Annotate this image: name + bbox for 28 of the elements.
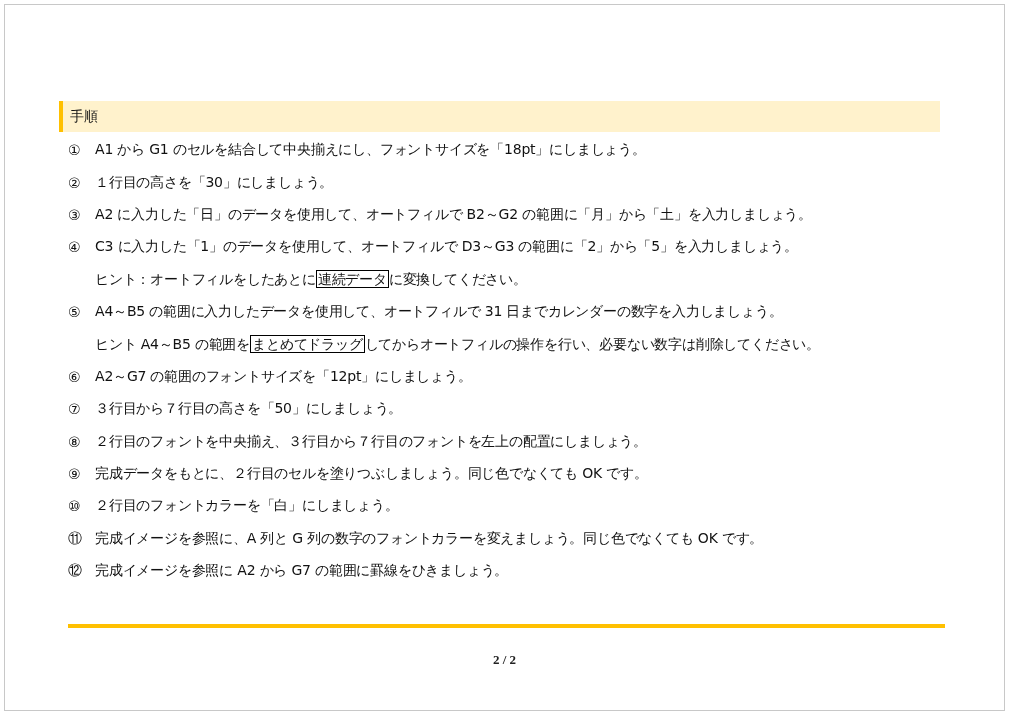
step-number: ④	[68, 239, 82, 256]
step-number: ⑦	[68, 401, 82, 418]
step-text: A2 に入力した「日」のデータを使用して、オートフィルで B2～G2 の範囲に「月」から「土」を入力しましょう。	[95, 205, 812, 224]
step-text: 完成データをもとに、２行目のセルを塗りつぶしましょう。同じ色でなくても OK です。	[95, 465, 648, 484]
step-number: ⑨	[68, 466, 82, 483]
step-text: A2～G7 の範囲のフォントサイズを「12pt」にしましょう。	[95, 367, 472, 386]
page-number: 2 / 2	[492, 652, 517, 669]
section-title: 手順	[70, 107, 98, 126]
step-number: ⑤	[68, 304, 82, 321]
hint-text: ヒント：オートフィルをしたあとに 連続データ に変換してください。	[95, 270, 527, 289]
step-text: ３行目から７行目の高さを「50」にしましょう。	[95, 400, 403, 419]
step-number: ①	[68, 142, 82, 159]
step-text: １行目の高さを「30」にしましょう。	[95, 173, 334, 192]
step-number: ⑩	[68, 498, 82, 515]
step-number: ⑪	[68, 529, 83, 548]
step-text: ２行目のフォントカラーを「白」にしましょう。	[95, 497, 399, 516]
step-number: ②	[68, 174, 82, 191]
step-text: C3 に入力した「1」のデータを使用して、オートフィルで D3～G3 の範囲に「2」から「5」を入力しましょう。	[95, 238, 798, 257]
step-text: 完成イメージを参照に A2 から G7 の範囲に罫線をひきましょう。	[95, 562, 509, 581]
step-text: A4～B5 の範囲に入力したデータを使用して、オートフィルで 31 日までカレンダーの数字を入力しましょう。	[95, 303, 783, 322]
step-text: 完成イメージを参照に、A 列と G 列の数字のフォントカラーを変えましょう。同じ色でなくても OK です。	[95, 529, 764, 548]
step-number: ⑥	[68, 368, 82, 385]
step-number: ⑫	[68, 562, 83, 581]
step-text: ２行目のフォントを中央揃え、３行目から７行目のフォントを左上の配置にしましょう。	[95, 432, 647, 451]
step-number: ③	[68, 206, 82, 223]
hint-text: ヒント A4～B5 の範囲を まとめてドラッグ してからオートフィルの操作を行い、必要ない数字は削除してください。	[95, 335, 820, 354]
step-text: A1 から G1 のセルを結合して中央揃えにし、フォントサイズを「18pt」にしましょう。	[95, 141, 646, 160]
step-number: ⑧	[68, 433, 82, 450]
